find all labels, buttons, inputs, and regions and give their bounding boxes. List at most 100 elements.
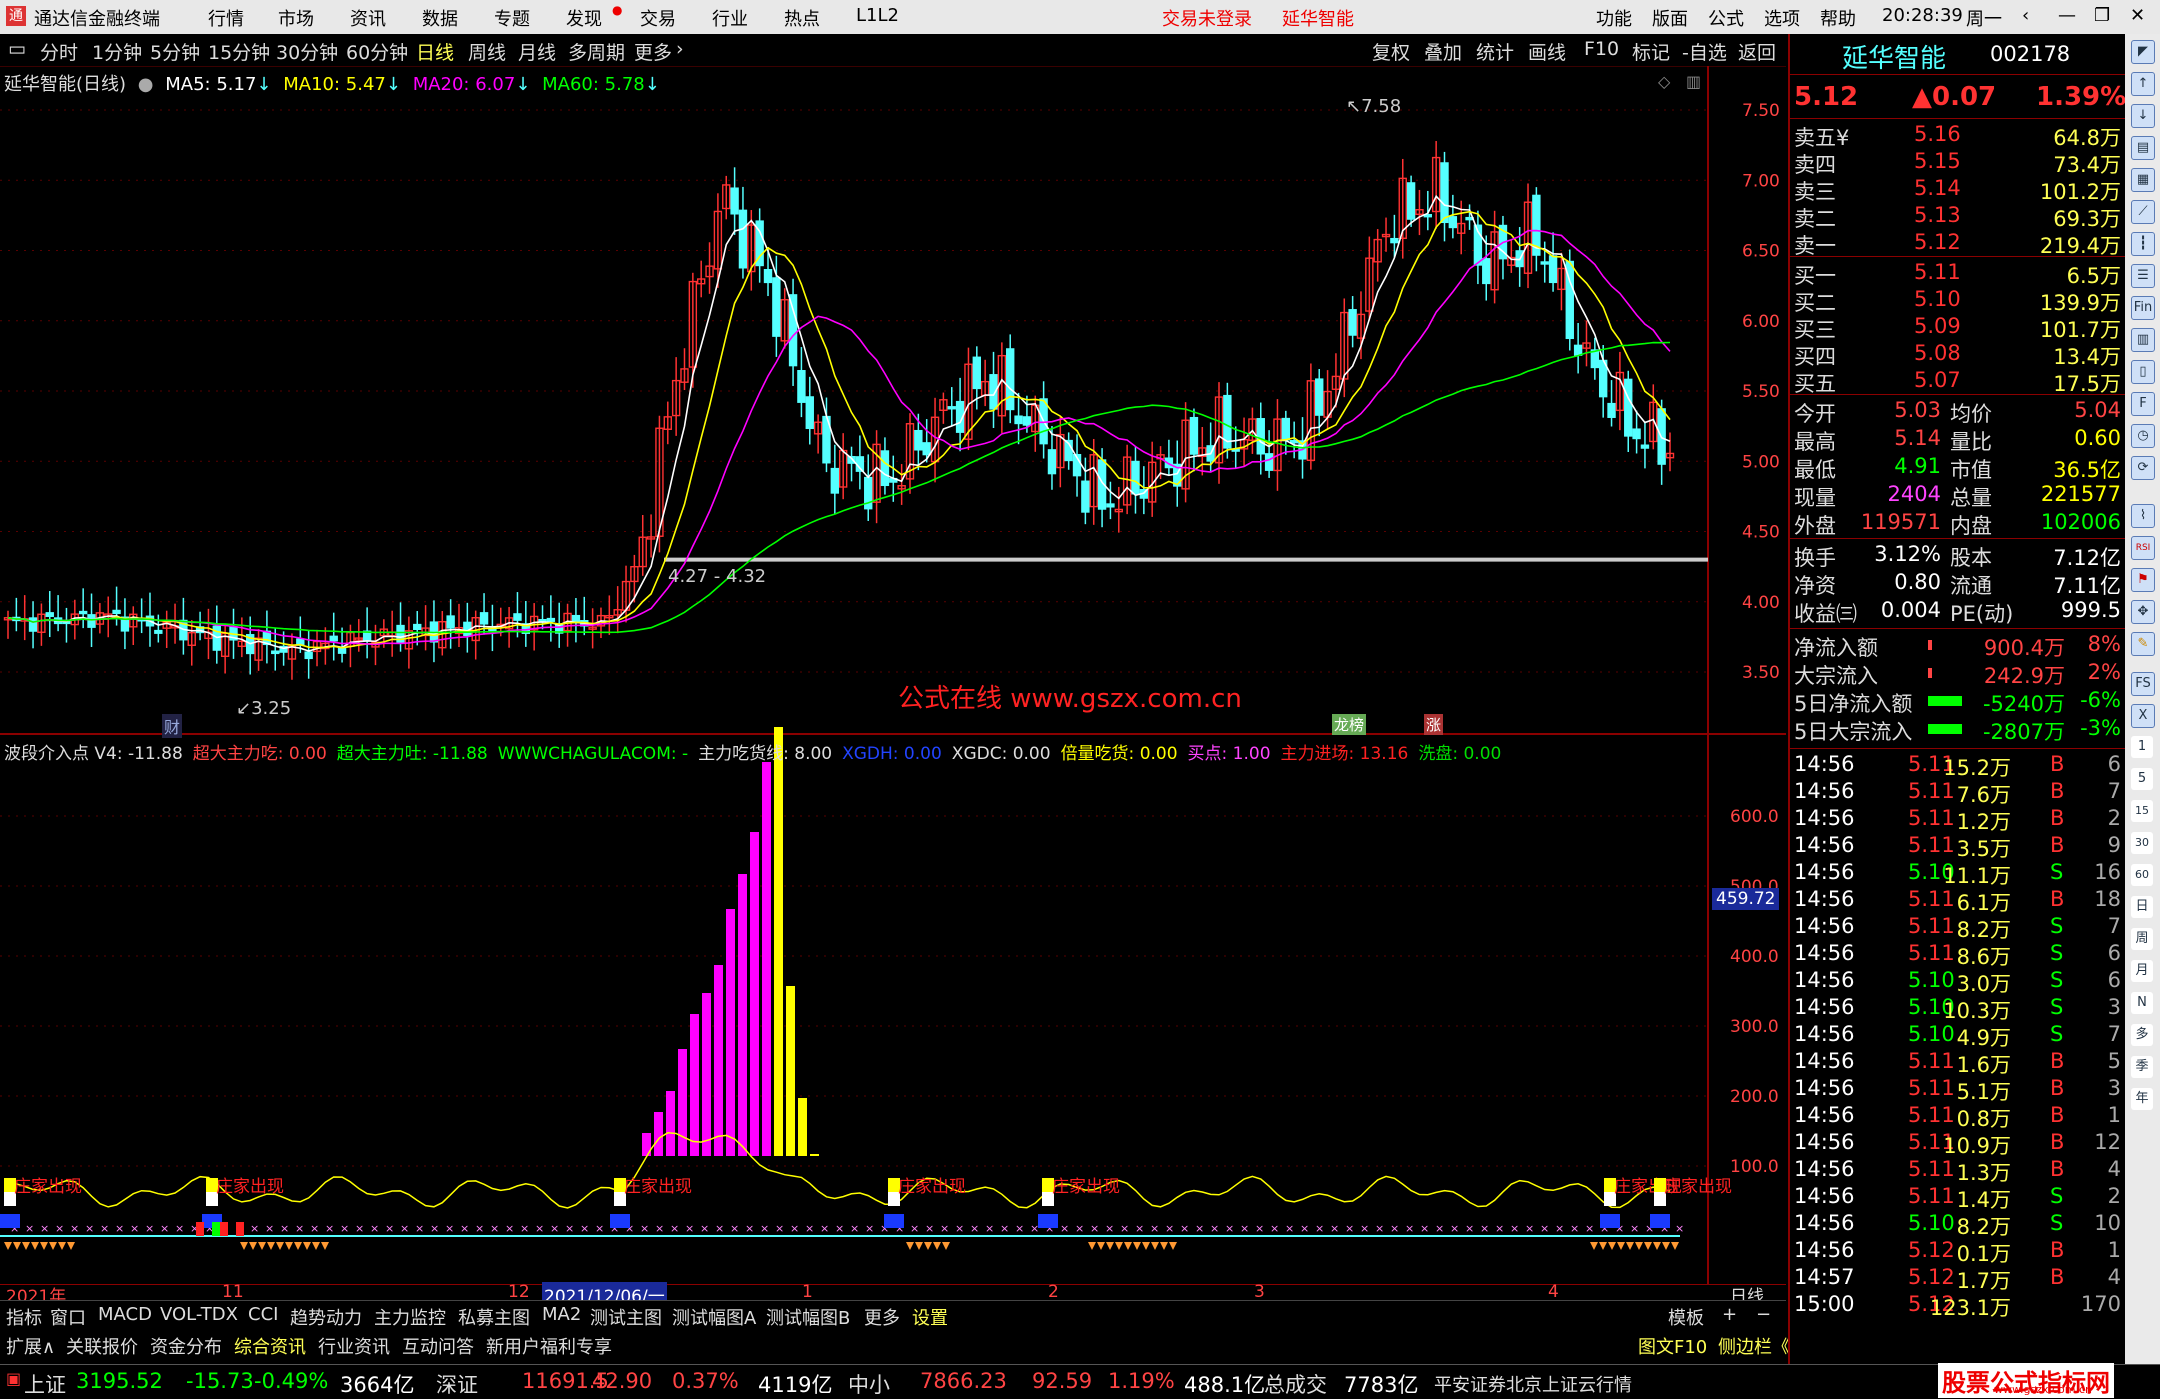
chevron-right-icon[interactable]: › <box>676 38 684 60</box>
trade-status[interactable]: 交易未登录 <box>1162 5 1252 31</box>
chart-mode-icon[interactable]: ▭ <box>8 38 26 60</box>
btn-fanhui[interactable]: 返回 <box>1738 38 1776 65</box>
settings-dot-icon[interactable]: ● <box>138 74 154 95</box>
menu-item-redian[interactable]: 热点 <box>784 5 820 31</box>
period-weekly[interactable]: 周线 <box>468 38 506 65</box>
minimize-icon[interactable]: — <box>2058 5 2076 26</box>
btn-fuquan[interactable]: 复权 <box>1372 38 1410 65</box>
tab-macd[interactable]: MACD <box>98 1304 152 1325</box>
tab-zijin[interactable]: 资金分布 <box>150 1333 222 1359</box>
tab-hangye[interactable]: 行业资讯 <box>318 1333 390 1359</box>
menu-item-xuanxiang[interactable]: 选项 <box>1764 5 1800 31</box>
sell-row[interactable]: 卖五¥ 5.16 64.8万 <box>1790 122 2125 150</box>
tab-settings[interactable]: 设置 <box>912 1304 948 1330</box>
badge-zhang[interactable]: 涨 <box>1424 714 1444 735</box>
badge-longbang[interactable]: 龙榜 <box>1332 714 1367 735</box>
toolbar-kline-icon[interactable]: ┇ <box>2131 232 2155 256</box>
toolbar-down-icon[interactable]: ↓ <box>2131 104 2155 128</box>
sell-row[interactable]: 卖四 5.15 73.4万 <box>1790 149 2125 177</box>
menu-item-zhuanti[interactable]: 专题 <box>494 5 530 31</box>
remove-icon[interactable]: − <box>1756 1304 1771 1325</box>
menu-item-shuju[interactable]: 数据 <box>422 5 458 31</box>
status-icon[interactable]: ▣ <box>6 1369 21 1388</box>
sell-row[interactable]: 卖三 5.14 101.2万 <box>1790 176 2125 204</box>
tab-test-a[interactable]: 测试幅图A <box>672 1304 756 1330</box>
buy-row[interactable]: 买二 5.10 139.9万 <box>1790 287 2125 315</box>
toolbar-table-icon[interactable]: ▥ <box>2131 328 2155 352</box>
toolbar-refresh-icon[interactable]: ⟳ <box>2131 456 2155 480</box>
toolbar-list-icon[interactable]: ☰ <box>2131 264 2155 288</box>
toolbar-fin-icon[interactable]: Fin <box>2131 296 2155 320</box>
toolbar-pen-icon[interactable]: ✎ <box>2131 632 2155 656</box>
toolbar-fs-icon[interactable]: FS <box>2131 672 2155 696</box>
period-fenshi[interactable]: 分时 <box>40 38 78 65</box>
btn-huaxian[interactable]: 画线 <box>1528 38 1566 65</box>
tab-indicator[interactable]: 指标 <box>6 1304 42 1330</box>
badge-cai[interactable]: 财 <box>162 714 183 738</box>
period-multi-icon[interactable]: 多 <box>2131 1024 2153 1046</box>
tab-expand[interactable]: 扩展∧ <box>6 1333 55 1359</box>
tab-f10[interactable]: 图文F10 <box>1638 1333 1707 1359</box>
diamond-icon[interactable]: ◇ <box>1658 72 1670 91</box>
period-5-icon[interactable]: 5 <box>2131 768 2153 790</box>
period-month-icon[interactable]: 月 <box>2131 960 2153 982</box>
toolbar-doc-icon[interactable]: ▤ <box>2131 136 2155 160</box>
tab-sidebar[interactable]: 侧边栏《 <box>1718 1333 1790 1359</box>
period-60min[interactable]: 60分钟 <box>346 38 408 65</box>
toolbar-page-icon[interactable]: ▯ <box>2131 360 2155 384</box>
btn-biaoji[interactable]: 标记 <box>1632 38 1670 65</box>
kline-chart[interactable]: 7.50 7.00 6.50 6.00 5.50 5.00 4.50 4.00 3.50 600.… <box>0 66 1786 1296</box>
period-15-icon[interactable]: 15 <box>2131 800 2153 822</box>
buy-row[interactable]: 买四 5.08 13.4万 <box>1790 341 2125 369</box>
buy-row[interactable]: 买五 5.07 17.5万 <box>1790 368 2125 396</box>
btn-f10[interactable]: F10 <box>1584 38 1619 60</box>
menu-item-shichang[interactable]: 市场 <box>278 5 314 31</box>
back-icon[interactable]: ‹ <box>2022 5 2029 26</box>
toolbar-collapse-icon[interactable]: ◤ <box>2131 40 2155 64</box>
menu-item-faxian[interactable]: 发现 <box>566 5 602 31</box>
tab-test-b[interactable]: 测试幅图B <box>766 1304 850 1330</box>
period-daily[interactable]: 日线 <box>416 38 454 65</box>
tab-guanlian[interactable]: 关联报价 <box>66 1333 138 1359</box>
period-day-icon[interactable]: 日 <box>2131 896 2153 918</box>
period-1min[interactable]: 1分钟 <box>92 38 142 65</box>
period-15min[interactable]: 15分钟 <box>208 38 270 65</box>
tab-more[interactable]: 更多 <box>864 1304 900 1330</box>
period-30min[interactable]: 30分钟 <box>276 38 338 65</box>
server-name[interactable]: 平安证券北京上证云行情 <box>1434 1371 1632 1397</box>
toolbar-move-icon[interactable]: ✥ <box>2131 600 2155 624</box>
close-icon[interactable]: ✕ <box>2130 5 2145 26</box>
add-icon[interactable]: + <box>1722 1304 1737 1325</box>
menu-item-zixun[interactable]: 资讯 <box>350 5 386 31</box>
tab-vol-tdx[interactable]: VOL-TDX <box>160 1304 238 1325</box>
toolbar-flag-icon[interactable]: ⚑ <box>2131 568 2155 592</box>
tab-ma2[interactable]: MA2 <box>542 1304 581 1325</box>
toolbar-clock-icon[interactable]: ◷ <box>2131 424 2155 448</box>
menu-item-gongshi[interactable]: 公式 <box>1708 5 1744 31</box>
toolbar-line-icon[interactable]: ⟋ <box>2131 200 2155 224</box>
tab-zhuli[interactable]: 主力监控 <box>374 1304 446 1330</box>
panel-toggle-icon[interactable]: ▥ <box>1686 72 1701 91</box>
period-more[interactable]: 更多 <box>634 38 672 65</box>
tab-cci[interactable]: CCI <box>248 1304 278 1325</box>
btn-tongji[interactable]: 统计 <box>1476 38 1514 65</box>
tab-newuser[interactable]: 新用户福利专享 <box>486 1333 612 1359</box>
toolbar-up-icon[interactable]: ↑ <box>2131 72 2155 96</box>
period-1-icon[interactable]: 1 <box>2131 736 2153 758</box>
tab-qushi[interactable]: 趋势动力 <box>290 1304 362 1330</box>
menu-item-hangqing[interactable]: 行情 <box>208 5 244 31</box>
period-60-icon[interactable]: 60 <box>2131 864 2153 886</box>
template-button[interactable]: 模板 <box>1668 1304 1704 1330</box>
period-30-icon[interactable]: 30 <box>2131 832 2153 854</box>
period-monthly[interactable]: 月线 <box>518 38 556 65</box>
toolbar-rsi-icon[interactable]: RSI <box>2131 536 2155 560</box>
buy-row[interactable]: 买一 5.11 6.5万 <box>1790 260 2125 288</box>
toolbar-xls-icon[interactable]: X <box>2131 704 2155 728</box>
menu-item-l1l2[interactable]: L1L2 <box>856 5 899 26</box>
period-week-icon[interactable]: 周 <box>2131 928 2153 950</box>
period-season-icon[interactable]: 季 <box>2131 1056 2153 1078</box>
menu-item-banmian[interactable]: 版面 <box>1652 5 1688 31</box>
btn-zixuan[interactable]: -自选 <box>1682 38 1727 65</box>
menu-item-hangye[interactable]: 行业 <box>712 5 748 31</box>
menu-item-jiaoyi[interactable]: 交易 <box>640 5 676 31</box>
